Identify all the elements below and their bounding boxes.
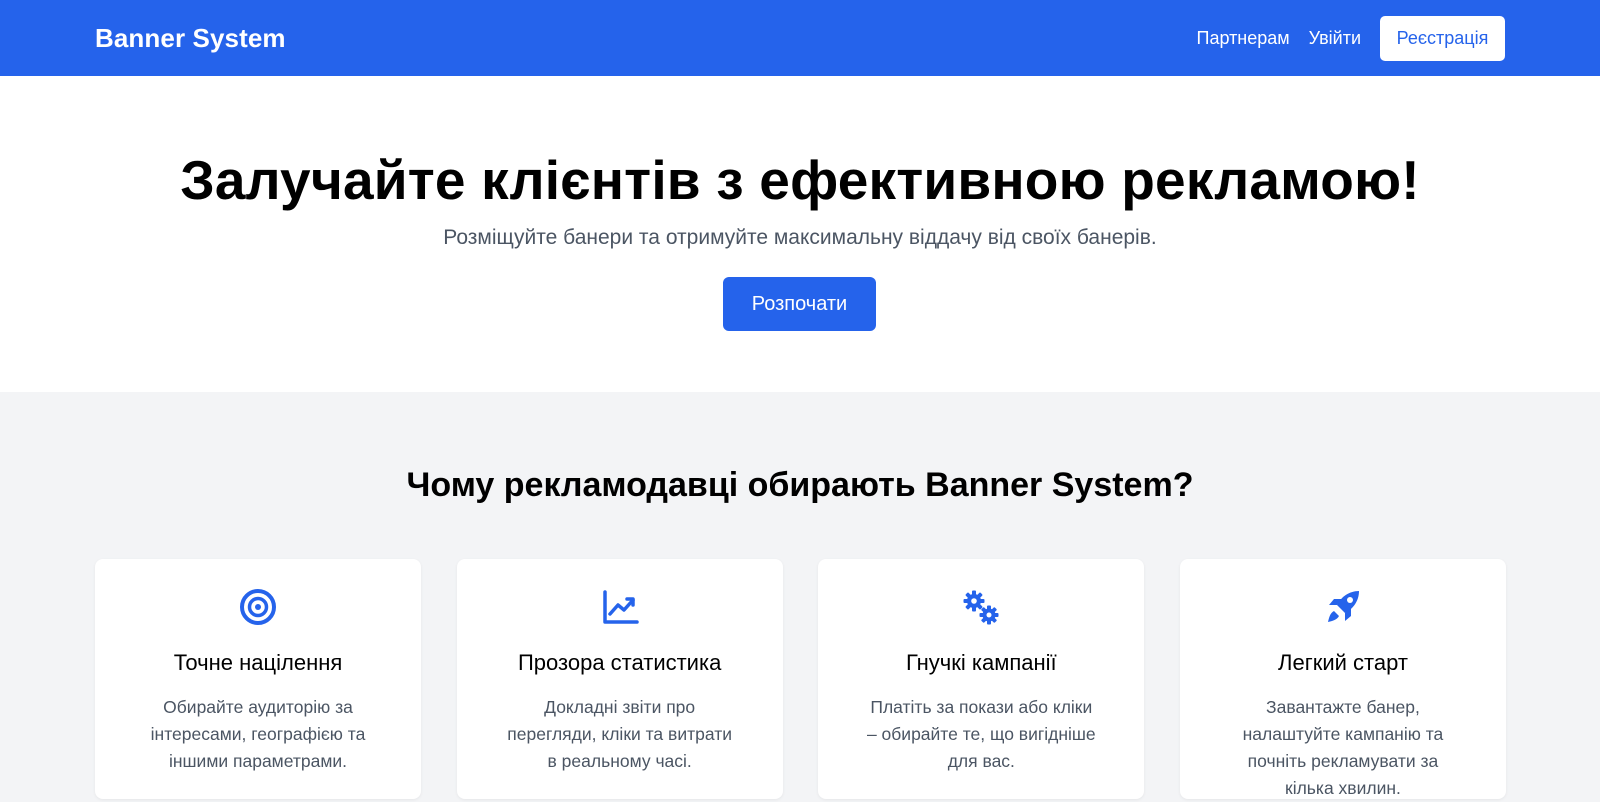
top-navbar: Banner System Партнерам Увійти Реєстраці… <box>0 0 1600 76</box>
feature-card-campaigns: Гнучкі кампанії Платіть за покази або кл… <box>818 559 1145 799</box>
hero-section: Залучайте клієнтів з ефективною рекламою… <box>0 76 1600 392</box>
feature-card-text: Обирайте аудиторію за інтересами, геогра… <box>150 697 366 771</box>
main-nav: Партнерам Увійти Реєстрація <box>1197 15 1505 61</box>
feature-card-title: Легкий старт <box>1278 650 1408 675</box>
features-title: Чому рекламодавці обирають Banner System… <box>406 466 1194 504</box>
feature-card-title: Точне націлення <box>173 650 343 675</box>
get-started-button[interactable]: Розпочати <box>723 277 876 331</box>
features-grid: Точне націлення Обирайте аудиторію за ін… <box>95 559 1506 799</box>
feature-card-title: Гнучкі кампанії <box>905 650 1057 675</box>
nav-link-login[interactable]: Увійти <box>1309 28 1361 49</box>
hero-subtitle: Розміщуйте банери та отримуйте максималь… <box>443 226 1157 249</box>
feature-card-text: Завантажте банер, налаштуйте кампанію та… <box>1242 697 1444 798</box>
nav-link-partners[interactable]: Партнерам <box>1197 28 1290 49</box>
feature-card-title: Прозора статистика <box>517 650 722 675</box>
feature-card-easy-start: Легкий старт Завантажте банер, налаштуйт… <box>1179 559 1506 799</box>
target-icon <box>238 587 278 627</box>
rocket-icon <box>1323 587 1363 627</box>
feature-card-statistics: Прозора статистика Докладні звіти про пе… <box>456 559 783 799</box>
hero-title: Залучайте клієнтів з ефективною рекламою… <box>180 149 1420 211</box>
gears-icon <box>961 587 1001 627</box>
feature-card-targeting: Точне націлення Обирайте аудиторію за ін… <box>95 559 421 799</box>
brand-logo[interactable]: Banner System <box>95 23 286 54</box>
feature-card-text: Докладні звіти про перегляди, кліки та в… <box>507 697 732 771</box>
chart-line-icon <box>600 587 640 627</box>
feature-card-text: Платіть за покази або кліки – обирайте т… <box>866 697 1096 771</box>
register-button[interactable]: Реєстрація <box>1380 15 1505 61</box>
